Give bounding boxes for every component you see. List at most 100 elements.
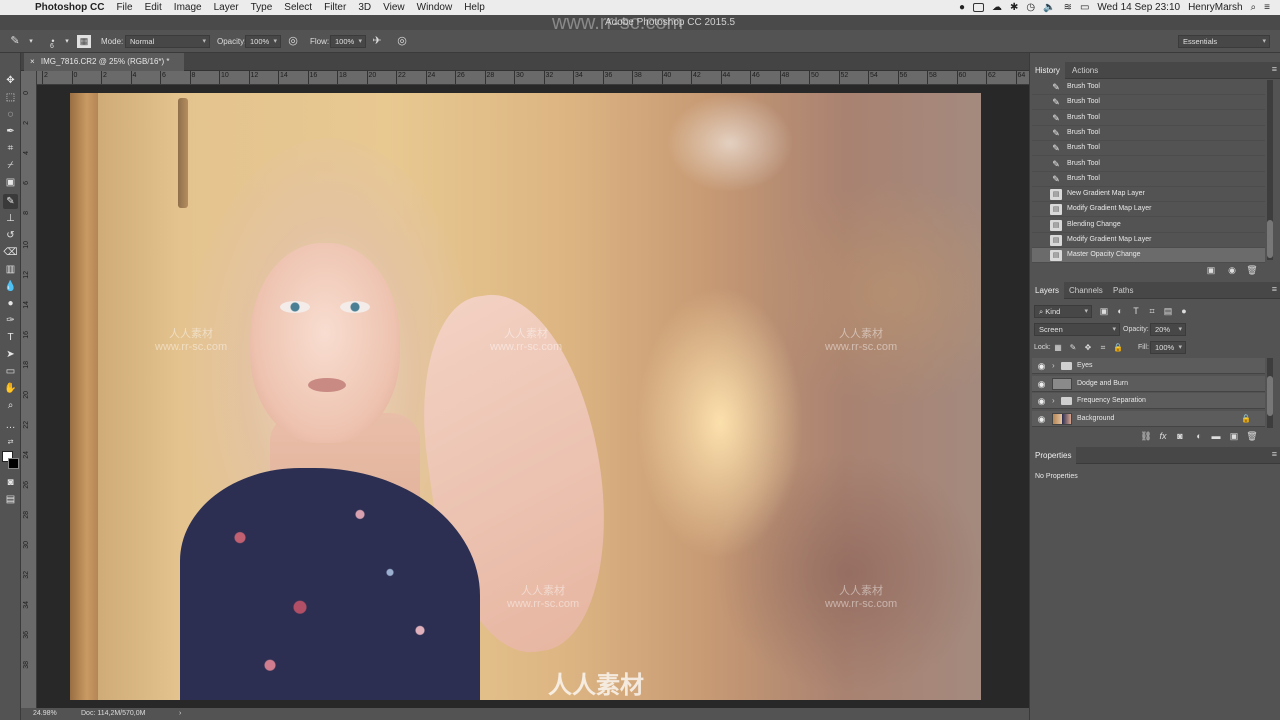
airbrush-icon[interactable]: ✈ <box>370 35 384 48</box>
delete-layer-icon[interactable]: 🗑 <box>1246 431 1258 442</box>
menu-edit[interactable]: Edit <box>145 2 162 13</box>
adjustment-layer-icon[interactable]: ◐ <box>1193 431 1205 442</box>
link-layers-icon[interactable]: ⛓ <box>1140 431 1152 442</box>
quick-select-tool-icon[interactable]: ✒ <box>3 124 18 139</box>
wifi-icon[interactable]: ≋ <box>1064 2 1072 13</box>
layer-name[interactable]: Background <box>1077 415 1114 422</box>
tab-paths[interactable]: Paths <box>1108 282 1138 299</box>
history-state[interactable]: ▤ Modify Gradient Map Layer <box>1032 202 1265 218</box>
menu-3d[interactable]: 3D <box>358 2 371 13</box>
document-tab[interactable]: × IMG_7816.CR2 @ 25% (RGB/16*) * <box>24 53 184 71</box>
menu-filter[interactable]: Filter <box>324 2 346 13</box>
blend-mode-select[interactable]: Screen <box>1034 323 1120 336</box>
lock-transparent-icon[interactable]: ▦ <box>1052 342 1064 353</box>
frame-tool-icon[interactable]: ▣ <box>3 175 18 190</box>
marquee-tool-icon[interactable]: ⬚ <box>3 90 18 105</box>
swap-colors-icon[interactable]: ⇄ <box>3 435 18 450</box>
pressure-size-icon[interactable]: ◎ <box>395 35 409 48</box>
more-tools-icon[interactable]: … <box>3 418 18 433</box>
bluetooth-icon[interactable]: ✱ <box>1010 2 1018 13</box>
new-layer-icon[interactable]: ▣ <box>1228 431 1240 442</box>
brush-picker-dropdown-icon[interactable]: ▾ <box>60 35 74 48</box>
eyedropper-tool-icon[interactable]: ⌿ <box>3 158 18 173</box>
visibility-eye-icon[interactable]: ◉ <box>1036 396 1047 406</box>
menu-file[interactable]: File <box>116 2 132 13</box>
tab-channels[interactable]: Channels <box>1064 282 1108 299</box>
preset-dropdown-icon[interactable]: ▾ <box>24 35 38 48</box>
brush-tool-icon[interactable]: ✎ <box>3 194 18 209</box>
brush-tool-preset-icon[interactable]: ✎ <box>8 35 22 48</box>
history-state[interactable]: ▤ New Gradient Map Layer <box>1032 187 1265 203</box>
delete-state-icon[interactable]: 🗑 <box>1246 265 1258 276</box>
gradient-tool-icon[interactable]: ▥ <box>3 262 18 277</box>
quick-mask-icon[interactable]: ◙ <box>3 475 18 490</box>
menu-window[interactable]: Window <box>417 2 453 13</box>
crop-tool-icon[interactable]: ⌗ <box>3 141 18 156</box>
layers-scrollbar[interactable] <box>1267 358 1273 428</box>
layer-style-icon[interactable]: fx <box>1157 431 1169 442</box>
type-filter-icon[interactable]: T <box>1130 306 1142 317</box>
canvas-area[interactable]: 人人素材 www.rr-sc.com 人人素材 www.rr-sc.com 人人素材… <box>37 85 1029 708</box>
new-group-icon[interactable]: ▬ <box>1210 431 1222 442</box>
workspace-select[interactable]: Essentials <box>1178 35 1270 48</box>
vertical-ruler[interactable]: 0 2 4 6 8 10 12 14 16 18 20 22 24 26 28 30 32 34 36 38 <box>21 71 37 708</box>
layer-filter-select[interactable]: ⌕ Kind <box>1034 305 1092 318</box>
lock-all-icon[interactable]: 🔒 <box>1112 342 1124 353</box>
history-state[interactable]: ✎ Brush Tool <box>1032 80 1265 95</box>
history-state[interactable]: ✎ Brush Tool <box>1032 95 1265 111</box>
filter-toggle-icon[interactable]: ● <box>1178 306 1190 317</box>
layer-row[interactable]: ◉ › Eyes <box>1032 358 1265 374</box>
window-icon[interactable] <box>973 3 984 12</box>
notifications-icon[interactable]: ≡ <box>1264 2 1270 13</box>
user-name[interactable]: HenryMarsh <box>1188 2 1242 13</box>
battery-icon[interactable]: ▭ <box>1080 2 1089 13</box>
clone-stamp-tool-icon[interactable]: ⊥ <box>3 211 18 226</box>
shape-tool-icon[interactable]: ▭ <box>3 364 18 379</box>
expand-chevron-icon[interactable]: › <box>1052 396 1055 405</box>
lasso-tool-icon[interactable]: ◌ <box>3 107 18 122</box>
pressure-opacity-icon[interactable]: ◎ <box>286 35 300 48</box>
history-scrollbar[interactable] <box>1267 80 1273 260</box>
zoom-tool-icon[interactable]: ⌕ <box>3 398 18 413</box>
tab-actions[interactable]: Actions <box>1067 62 1103 79</box>
app-menu[interactable]: Photoshop CC <box>35 2 104 13</box>
history-state[interactable]: ✎ Brush Tool <box>1032 141 1265 157</box>
history-state[interactable]: ▤ Modify Gradient Map Layer <box>1032 233 1265 248</box>
eraser-tool-icon[interactable]: ⌫ <box>3 245 18 260</box>
visibility-eye-icon[interactable]: ◉ <box>1036 361 1047 371</box>
cloud-icon[interactable]: ☁ <box>992 2 1002 13</box>
history-state[interactable]: ✎ Brush Tool <box>1032 157 1265 172</box>
layer-mask-icon[interactable]: ◙ <box>1174 431 1186 442</box>
menu-layer[interactable]: Layer <box>214 2 239 13</box>
path-select-tool-icon[interactable]: ➤ <box>3 347 18 362</box>
pixel-filter-icon[interactable]: ▣ <box>1098 306 1110 317</box>
dodge-tool-icon[interactable]: ● <box>3 296 18 311</box>
layer-opacity-input[interactable]: 20% <box>1150 323 1186 336</box>
visibility-eye-icon[interactable]: ◉ <box>1036 379 1047 389</box>
expand-chevron-icon[interactable]: › <box>1052 361 1055 370</box>
close-icon[interactable]: × <box>30 57 35 66</box>
lock-pixels-icon[interactable]: ✎ <box>1067 342 1079 353</box>
menu-view[interactable]: View <box>383 2 405 13</box>
snapshot-icon[interactable]: ◉ <box>1226 265 1238 276</box>
tab-history[interactable]: History <box>1030 62 1065 79</box>
layer-row[interactable]: ◉ Dodge and Burn <box>1032 375 1265 392</box>
status-menu-arrow-icon[interactable]: › <box>179 710 181 717</box>
menu-type[interactable]: Type <box>251 2 273 13</box>
tab-layers[interactable]: Layers <box>1030 282 1065 299</box>
tab-properties[interactable]: Properties <box>1030 447 1077 464</box>
type-tool-icon[interactable]: T <box>3 330 18 345</box>
panel-menu-icon[interactable]: ≡ <box>1272 64 1277 74</box>
layer-name[interactable]: Eyes <box>1077 362 1093 369</box>
zoom-level[interactable]: 24.98% <box>33 710 57 717</box>
menu-image[interactable]: Image <box>174 2 202 13</box>
history-brush-tool-icon[interactable]: ↺ <box>3 228 18 243</box>
panel-menu-icon[interactable]: ≡ <box>1272 284 1277 294</box>
lock-artboard-icon[interactable]: ⌗ <box>1097 342 1109 353</box>
move-tool-icon[interactable]: ✥ <box>3 73 18 88</box>
time-machine-icon[interactable]: ◷ <box>1026 2 1035 13</box>
layer-row[interactable]: ◉ › Frequency Separation <box>1032 393 1265 409</box>
blur-tool-icon[interactable]: 💧 <box>3 279 18 294</box>
horizontal-ruler[interactable]: 2 0 2 4 6 8 10 12 14 16 18 20 22 24 26 28 30 32 34 36 38 40 42… <box>37 71 1029 85</box>
opacity-input[interactable]: 100% <box>245 35 281 48</box>
